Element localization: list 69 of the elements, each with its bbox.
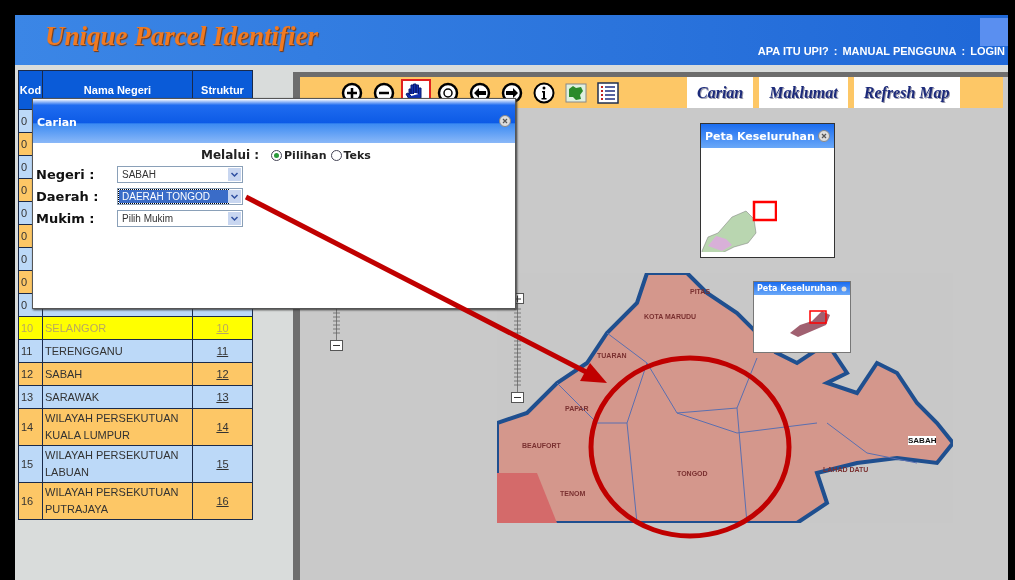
state-name: SABAH bbox=[45, 366, 84, 382]
code-link[interactable]: 13 bbox=[216, 390, 229, 403]
code-link[interactable]: 16 bbox=[216, 494, 229, 507]
caret-icon[interactable] bbox=[228, 168, 241, 181]
radio-label: Teks bbox=[343, 148, 371, 162]
radio-button[interactable] bbox=[271, 149, 283, 161]
map-layer-icon bbox=[564, 80, 588, 105]
tab-button[interactable]: Carian bbox=[687, 77, 754, 108]
window-title: Peta Keseluruhan bbox=[757, 284, 837, 293]
table-cell: 15 bbox=[21, 457, 34, 470]
table-cell: 0 bbox=[21, 206, 28, 219]
dialog-title: Carian bbox=[37, 115, 77, 129]
dropdown-value: DAERAH TONGOD bbox=[119, 190, 228, 203]
link-separator: : bbox=[833, 45, 838, 57]
dropdown-value: SABAH bbox=[121, 168, 157, 181]
caret-icon[interactable] bbox=[228, 212, 241, 225]
table-cell: 0 bbox=[21, 160, 28, 173]
field-label: Daerah : bbox=[36, 189, 100, 204]
tab-button[interactable]: Refresh Map bbox=[853, 77, 960, 108]
state-name: WILAYAH PERSEKUTUAN LABUAN bbox=[45, 448, 180, 480]
state-name: WILAYAH PERSEKUTUAN PUTRAJAYA bbox=[45, 485, 180, 517]
close-icon[interactable] bbox=[818, 130, 830, 142]
state-name: WILAYAH PERSEKUTUAN KUALA LUMPUR bbox=[45, 411, 180, 443]
link-separator: : bbox=[961, 45, 966, 57]
header-corner-block bbox=[980, 18, 1008, 46]
caret-icon[interactable] bbox=[228, 190, 241, 203]
radio-option[interactable]: Teks bbox=[330, 148, 371, 162]
map-label: SABAH bbox=[908, 436, 937, 445]
close-icon[interactable] bbox=[499, 115, 511, 127]
table-cell: 0 bbox=[21, 114, 28, 127]
list-icon bbox=[596, 80, 620, 105]
code-link[interactable]: 15 bbox=[216, 457, 229, 470]
window-title: Peta Keseluruhan bbox=[705, 129, 815, 143]
table-cell: 13 bbox=[21, 390, 34, 403]
radio-label: Pilihan bbox=[284, 148, 327, 162]
dropdown-value: Pilih Mukim bbox=[121, 212, 175, 225]
code-link[interactable]: 14 bbox=[216, 420, 229, 433]
header-link[interactable]: APA ITU UPI? bbox=[757, 45, 829, 57]
table-cell: 11 bbox=[21, 344, 33, 357]
close-icon[interactable] bbox=[841, 285, 847, 292]
site-title: Unique Parcel Identifier bbox=[45, 21, 318, 52]
field-label: Negeri : bbox=[36, 167, 96, 182]
search-by-label: Melalui : bbox=[201, 148, 260, 162]
table-cell: 14 bbox=[21, 420, 34, 433]
table-cell: 0 bbox=[21, 298, 28, 311]
dropdown-field[interactable]: Pilih Mukim bbox=[117, 210, 243, 227]
info-icon bbox=[532, 80, 556, 105]
state-name: TERENGGANU bbox=[45, 343, 124, 359]
table-cell: 16 bbox=[21, 494, 34, 507]
table-cell: 0 bbox=[21, 229, 28, 242]
code-link[interactable]: 12 bbox=[216, 367, 229, 380]
overview-map-drawing bbox=[789, 310, 831, 340]
radio-button[interactable] bbox=[330, 149, 342, 161]
field-label: Mukim : bbox=[36, 211, 96, 226]
dropdown-field[interactable]: SABAH bbox=[117, 166, 243, 183]
dropdown-field[interactable]: DAERAH TONGOD bbox=[117, 188, 243, 205]
state-name: SARAWAK bbox=[45, 389, 101, 405]
table-cell: 0 bbox=[21, 252, 28, 265]
header-link[interactable]: LOGIN bbox=[970, 45, 1005, 57]
table-cell: 0 bbox=[21, 137, 28, 150]
code-link[interactable]: 11 bbox=[216, 344, 229, 357]
table-cell: 0 bbox=[21, 275, 28, 288]
radio-option[interactable]: Pilihan bbox=[271, 148, 327, 162]
tab-button[interactable]: Maklumat bbox=[759, 77, 848, 108]
table-cell: 0 bbox=[21, 183, 28, 196]
table-cell: 12 bbox=[21, 367, 34, 380]
header-link[interactable]: MANUAL PENGGUNA bbox=[842, 45, 957, 57]
state-name: SELANGOR bbox=[45, 320, 108, 336]
table-cell: 10 bbox=[21, 321, 34, 334]
